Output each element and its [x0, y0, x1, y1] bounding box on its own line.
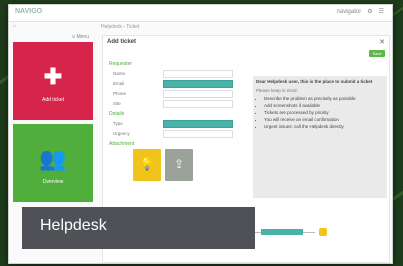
- info-box: Dear Helpdesk user, this is the place to…: [253, 76, 387, 198]
- phone-field[interactable]: [163, 89, 233, 98]
- info-item: Tickets are processed by priority: [264, 110, 384, 116]
- form-row: Type: [107, 119, 249, 128]
- info-list: Describe the problem as precisely as pos…: [256, 96, 384, 130]
- sidebar-header[interactable]: ≡ Menu: [13, 34, 93, 42]
- form-row: Site: [107, 99, 249, 108]
- form-row: Urgency: [107, 129, 249, 138]
- tile-add-ticket[interactable]: ✚ Add ticket: [13, 42, 93, 120]
- info-subtitle: Please keep in mind:: [256, 88, 298, 93]
- tile-label: Overview: [42, 179, 64, 185]
- field-label: Name: [113, 71, 126, 76]
- upload-icon: ⇪: [173, 157, 185, 171]
- caption-overlay: Helpdesk: [22, 207, 255, 249]
- users-icon: 👥: [39, 146, 67, 171]
- name-field[interactable]: [163, 69, 233, 78]
- caption-label: Helpdesk: [40, 217, 107, 234]
- breadcrumb-text[interactable]: Helpdesk › Ticket: [101, 24, 139, 30]
- field-label: Site: [113, 101, 121, 106]
- upload-row: 💡 ⇪: [133, 149, 249, 181]
- field-label: Phone: [113, 91, 127, 96]
- ticket-form: Requester Name Email Phone Site Details …: [107, 58, 249, 181]
- site-field[interactable]: [163, 99, 233, 108]
- user-name[interactable]: navigator: [337, 9, 362, 15]
- app-logo: NAVIGO: [15, 8, 43, 15]
- form-row: Phone: [107, 89, 249, 98]
- panel-title: Add ticket: [107, 39, 137, 45]
- info-item: Describe the problem as precisely as pos…: [264, 96, 384, 102]
- settings-icon[interactable]: ⚙: [367, 8, 372, 15]
- breadcrumb: ⌂ Helpdesk › Ticket: [9, 22, 392, 32]
- info-item: You will receive an email confirmation: [264, 117, 384, 123]
- home-icon[interactable]: ⌂: [13, 23, 16, 29]
- lightbulb-icon: 💡: [139, 157, 155, 171]
- close-icon[interactable]: ✕: [379, 38, 385, 46]
- form-row: Email: [107, 79, 249, 88]
- upload-file-button[interactable]: 💡: [133, 149, 161, 181]
- info-item: Add screenshots if available: [264, 103, 384, 109]
- field-label: Type: [113, 121, 123, 126]
- tile-overview[interactable]: 👥 Overview: [13, 124, 93, 202]
- header-actions: navigator ⚙ ☰: [337, 8, 384, 16]
- urgency-select[interactable]: [163, 129, 233, 138]
- type-select[interactable]: [163, 119, 233, 128]
- info-item: Urgent issues: call the Helpdesk directl…: [264, 124, 384, 130]
- tile-label: Add ticket: [42, 97, 64, 103]
- form-row: Name: [107, 69, 249, 78]
- section-details: Details: [109, 111, 125, 117]
- field-label: Urgency: [113, 131, 130, 136]
- upload-image-button[interactable]: ⇪: [165, 149, 193, 181]
- app-header: NAVIGO navigator ⚙ ☰: [9, 5, 392, 22]
- menu-icon[interactable]: ☰: [379, 8, 384, 15]
- plus-icon: ✚: [43, 64, 63, 89]
- info-title: Dear Helpdesk user, this is the place to…: [256, 79, 373, 84]
- save-button[interactable]: Save: [369, 50, 385, 57]
- section-requester: Requester: [109, 61, 133, 67]
- email-field[interactable]: [163, 79, 233, 88]
- workflow-step: [261, 229, 303, 235]
- workflow-node: [319, 228, 327, 236]
- section-attachment: Attachment: [109, 141, 135, 147]
- field-label: Email: [113, 81, 125, 86]
